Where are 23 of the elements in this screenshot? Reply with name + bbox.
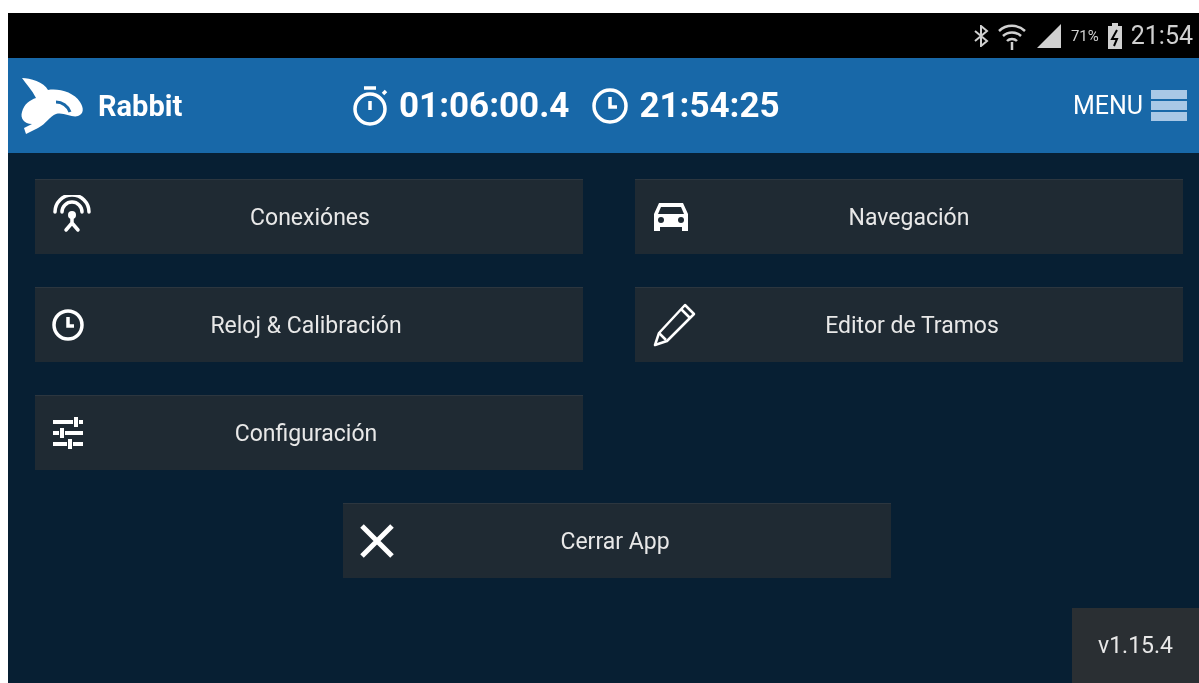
menu-button[interactable]: MENU — [1072, 88, 1187, 123]
clock-icon — [51, 308, 85, 342]
close-icon — [359, 523, 395, 559]
app-title: Rabbit — [98, 88, 183, 123]
stopwatch-time: 01:06:00.4 — [399, 85, 570, 126]
sliders-icon — [51, 416, 85, 450]
menu-icon — [1151, 88, 1187, 123]
clock-time: 21:54:25 — [639, 85, 780, 126]
bluetooth-icon — [972, 24, 989, 47]
version-label: v1.15.4 — [1072, 608, 1199, 683]
menu-button[interactable]: Navegación — [635, 179, 1183, 254]
car-icon — [651, 201, 691, 233]
stopwatch-icon — [351, 84, 389, 127]
menu-button[interactable]: Conexiónes — [35, 179, 583, 254]
menu-button[interactable]: Editor de Tramos — [635, 287, 1183, 362]
clock-icon — [591, 86, 630, 125]
battery-percent: 71% — [1070, 26, 1099, 45]
status-time: 21:54 — [1130, 21, 1193, 50]
battery-icon — [1106, 21, 1123, 50]
menu-button[interactable]: Configuración — [35, 395, 583, 470]
close-app-button[interactable]: Cerrar App — [343, 503, 891, 578]
menu-button[interactable]: Reloj & Calibración — [35, 287, 583, 362]
pencil-icon — [651, 302, 697, 348]
